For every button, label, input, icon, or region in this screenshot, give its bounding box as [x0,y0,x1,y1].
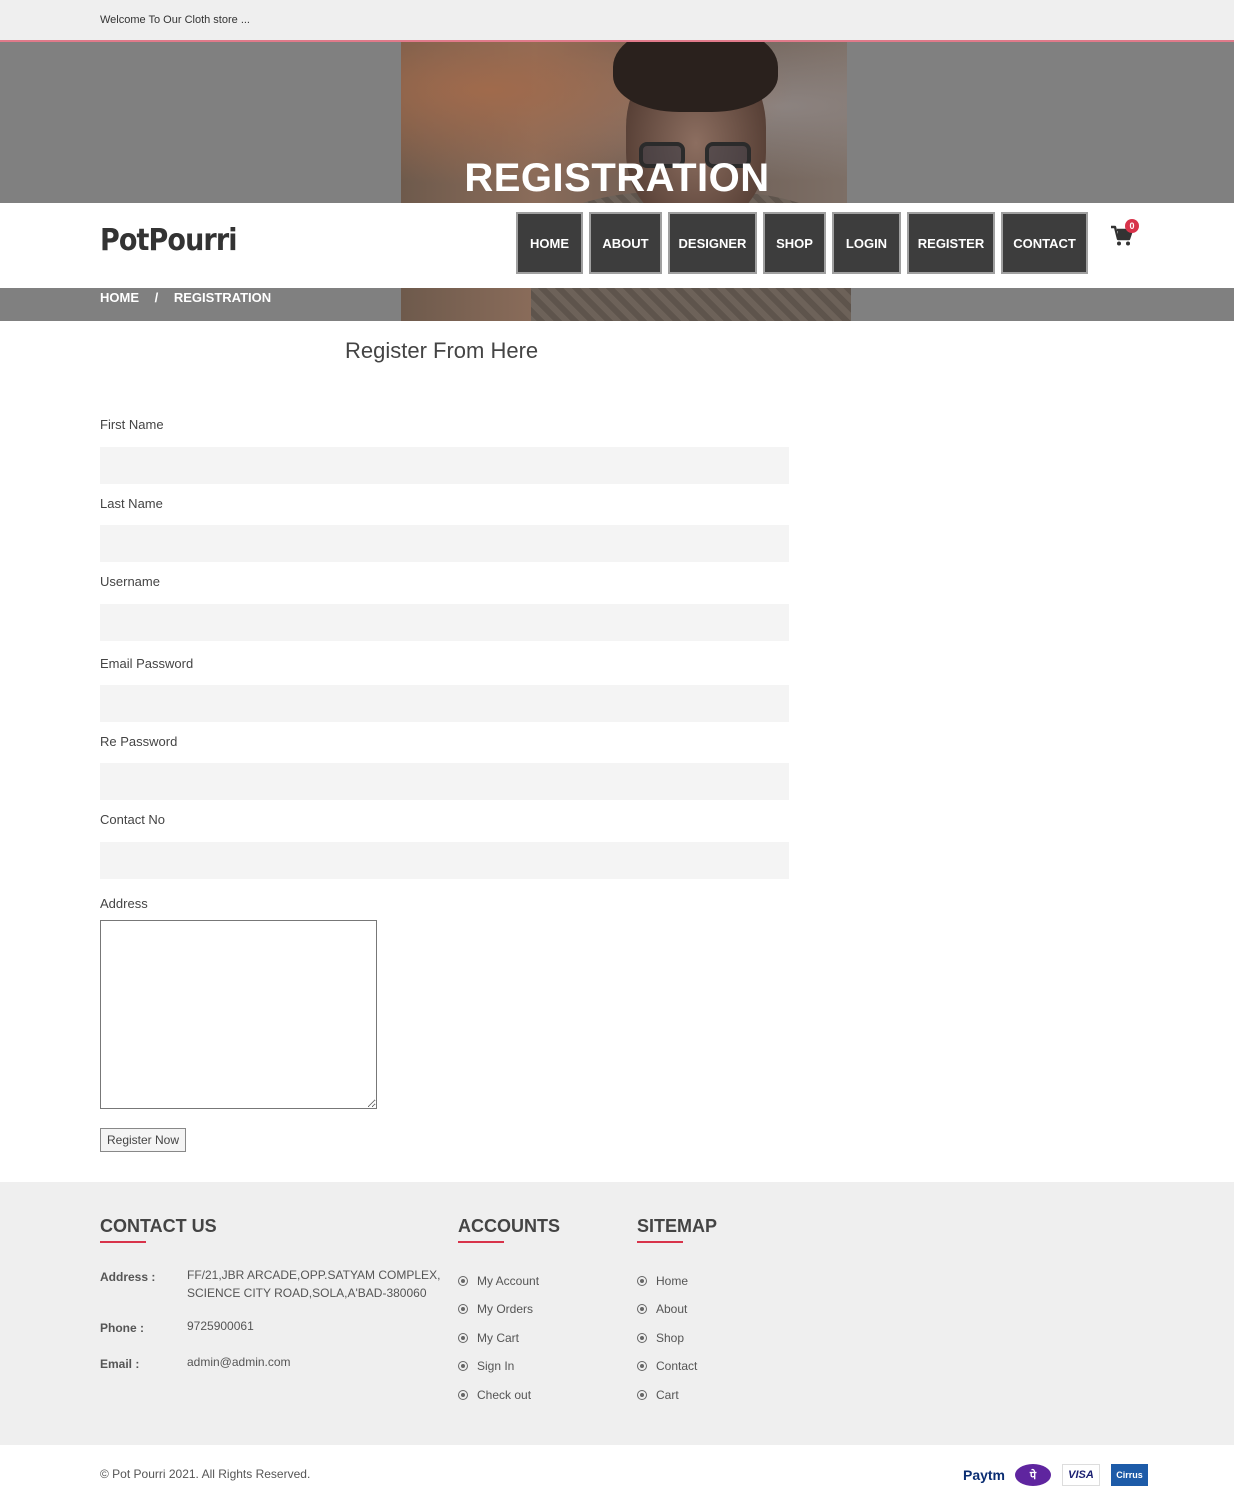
email-value: admin@admin.com [187,1355,291,1369]
footer-link-check-out[interactable]: Check out [458,1388,531,1402]
bullet-icon [637,1333,647,1343]
footer-link-shop[interactable]: Shop [637,1331,684,1345]
bottom-bar: © Pot Pourri 2021. All Rights Reserved. … [0,1445,1234,1499]
paytm-logo: Paytm [962,1467,1006,1483]
bullet-icon [458,1276,468,1286]
nav-login[interactable]: LOGIN [832,212,901,274]
footer-link-sign-in[interactable]: Sign In [458,1359,514,1373]
nav-contact[interactable]: CONTACT [1001,212,1088,274]
visa-logo: VISA [1062,1464,1100,1486]
bullet-icon [458,1390,468,1400]
address-textarea[interactable] [100,920,377,1109]
first-name-label: First Name [100,417,164,432]
sitemap-heading: SITEMAP [637,1216,718,1236]
breadcrumb-separator: / [154,290,159,305]
re-password-label: Re Password [100,734,178,749]
footer-link-my-orders[interactable]: My Orders [458,1302,533,1316]
form-title: Register From Here [345,338,539,363]
bullet-icon [458,1304,468,1314]
address-label: Address [100,896,148,911]
nav-register[interactable]: REGISTER [907,212,995,274]
footer-link-my-cart[interactable]: My Cart [458,1331,519,1345]
phone-key: Phone : [100,1321,144,1335]
address-value: FF/21,JBR ARCADE,OPP.SATYAM COMPLEX, SCI… [187,1266,440,1302]
address-line-2: SCIENCE CITY ROAD,SOLA,A'BAD-380060 [187,1286,427,1300]
site-logo[interactable]: PotPourri [100,223,238,258]
username-input[interactable] [100,604,789,641]
welcome-text: Welcome To Our Cloth store ... [100,14,250,26]
bullet-icon [637,1361,647,1371]
hero-title: REGISTRATION [464,156,770,200]
first-name-input[interactable] [100,447,789,484]
breadcrumb-current: REGISTRATION [173,290,272,305]
footer-link-cart[interactable]: Cart [637,1388,679,1402]
cart-count-badge: 0 [1125,219,1139,233]
register-now-button[interactable]: Register Now [100,1128,186,1152]
phone-value: 9725900061 [187,1319,254,1333]
nav-designer[interactable]: DESIGNER [668,212,757,274]
cirrus-logo: Cirrus [1111,1464,1148,1486]
contact-us-heading: CONTACT US [100,1216,217,1236]
footer-link-about[interactable]: About [637,1302,687,1316]
bullet-icon [458,1361,468,1371]
breadcrumb: HOME / REGISTRATION [100,290,283,305]
email-key: Email : [100,1357,140,1371]
breadcrumb-home[interactable]: HOME [100,290,139,305]
last-name-label: Last Name [100,496,163,511]
main-navbar: PotPourri HOME ABOUT DESIGNER SHOP LOGIN… [0,203,1234,288]
contact-no-input[interactable] [100,842,789,879]
sitemap-underline [637,1241,683,1243]
address-line-1: FF/21,JBR ARCADE,OPP.SATYAM COMPLEX, [187,1268,441,1282]
footer-link-home[interactable]: Home [637,1274,688,1288]
bullet-icon [458,1333,468,1343]
main-nav: HOME ABOUT DESIGNER SHOP LOGIN REGISTER … [516,212,1088,274]
accounts-underline [458,1241,504,1243]
address-key: Address : [100,1270,156,1284]
username-label: Username [100,574,160,589]
copyright-text: © Pot Pourri 2021. All Rights Reserved. [100,1467,311,1481]
email-password-input[interactable] [100,685,789,722]
contact-no-label: Contact No [100,812,166,827]
top-bar: Welcome To Our Cloth store ... [0,0,1234,42]
contact-us-underline [100,1241,146,1243]
last-name-input[interactable] [100,525,789,562]
footer-link-contact[interactable]: Contact [637,1359,697,1373]
bullet-icon [637,1304,647,1314]
re-password-input[interactable] [100,763,789,800]
nav-home[interactable]: HOME [516,212,583,274]
phonepe-logo: पे [1015,1464,1051,1486]
nav-about[interactable]: ABOUT [589,212,662,274]
email-password-label: Email Password [100,656,194,671]
footer: CONTACT US Address : FF/21,JBR ARCADE,OP… [0,1182,1234,1445]
nav-shop[interactable]: SHOP [763,212,826,274]
accounts-heading: ACCOUNTS [458,1216,560,1236]
bullet-icon [637,1390,647,1400]
bullet-icon [637,1276,647,1286]
footer-link-my-account[interactable]: My Account [458,1274,539,1288]
